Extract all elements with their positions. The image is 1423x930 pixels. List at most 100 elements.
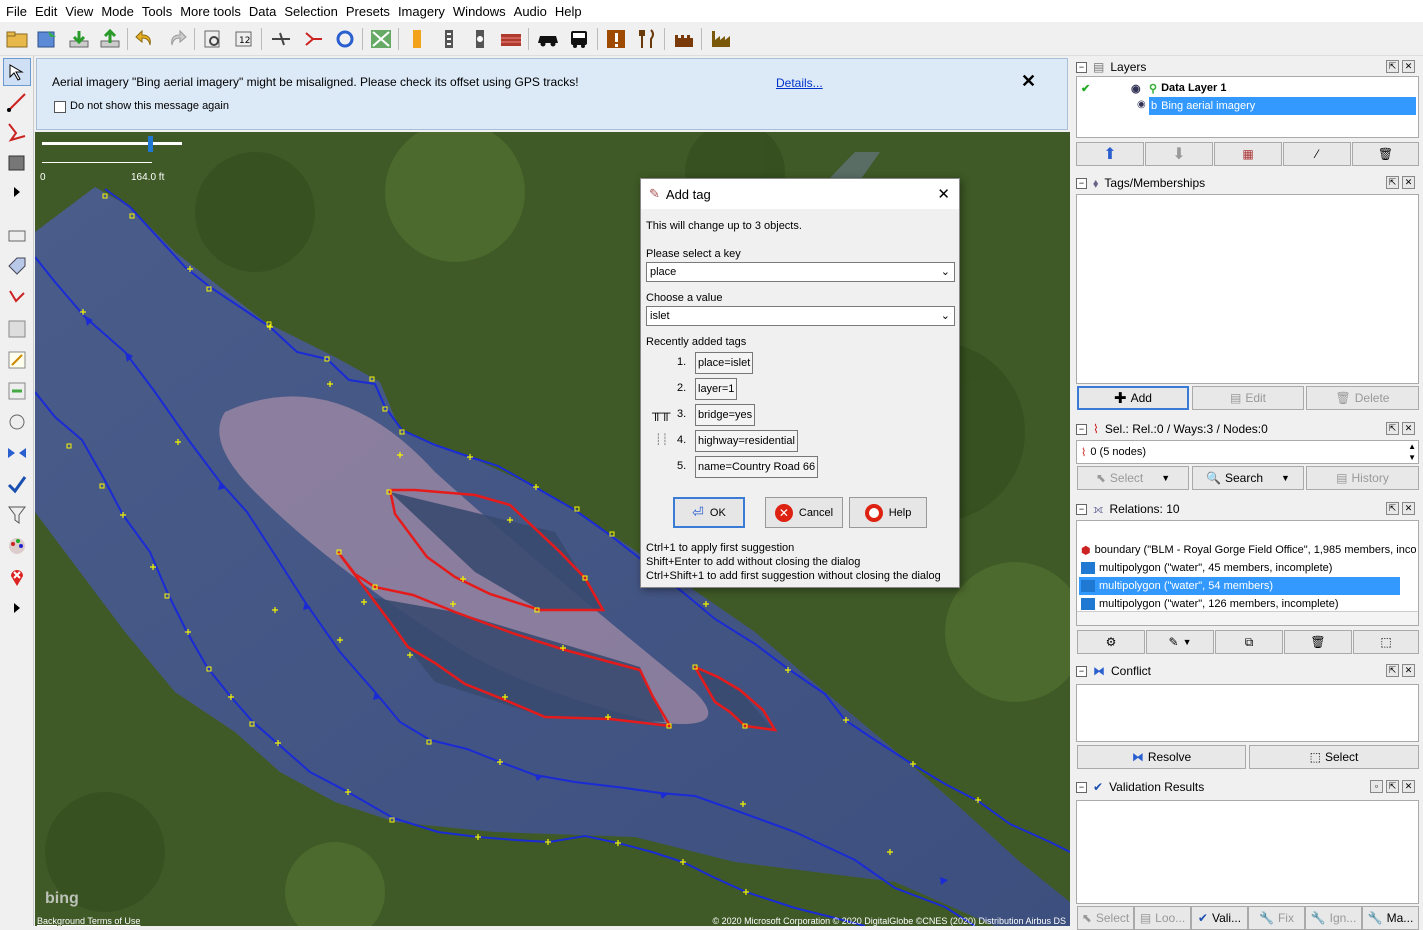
conflict-select-button[interactable]: ⬚ Select [1249,745,1419,769]
relation-properties-button[interactable]: ✎ ▼ [1146,630,1214,654]
save-icon[interactable] [34,26,60,52]
more-tools-icon[interactable] [3,178,31,206]
menu-item-file[interactable]: File [2,4,31,19]
search-button[interactable]: 🔍 Search ▼ [1192,466,1304,490]
preferences-icon[interactable] [200,26,226,52]
recent-tag-button[interactable]: name=Country Road 66 [695,456,819,478]
properties-toggle-icon[interactable] [3,346,31,374]
relation-edit-button[interactable]: ⚙ [1077,630,1145,654]
move-down-button[interactable]: ⬇ [1145,142,1213,166]
layer-item[interactable]: ✔ ◉ ⚲ Data Layer 1 [1079,79,1416,97]
reverse-way-icon[interactable] [332,26,358,52]
close-panel-icon[interactable]: ✕ [1402,60,1415,73]
chevron-down-icon[interactable]: ▼ [1161,473,1170,483]
menu-item-selection[interactable]: Selection [280,4,341,19]
notes-icon[interactable] [3,563,31,591]
castle-icon[interactable] [671,26,697,52]
close-panel-icon[interactable]: ✕ [1402,780,1415,793]
wall-icon[interactable] [498,26,524,52]
undock-icon[interactable]: ⇱ [1386,176,1399,189]
cancel-button[interactable]: ✕ Cancel [765,497,843,528]
help-button[interactable]: Help [849,497,927,528]
menu-item-help[interactable]: Help [551,4,586,19]
selection-row[interactable]: ⌇ 0 (5 nodes) [1079,443,1416,461]
recent-tag-button[interactable]: highway=residential [695,430,798,452]
horizontal-scrollbar[interactable] [1077,611,1418,625]
resolve-button[interactable]: ⧓ Resolve [1077,745,1246,769]
history-toggle-icon[interactable] [3,377,31,405]
edit-tag-button[interactable]: ▤ Edit [1192,386,1304,410]
collapse-icon[interactable]: − [1076,177,1087,189]
chevron-down-icon[interactable]: ▼ [1183,637,1192,647]
download-icon[interactable] [66,26,92,52]
close-panel-icon[interactable]: ✕ [1402,176,1415,189]
undock-icon[interactable]: ⇱ [1386,60,1399,73]
chevron-down-icon[interactable]: ⌄ [941,309,950,322]
close-panel-icon[interactable]: ✕ [1402,502,1415,515]
collapse-icon[interactable]: − [1076,665,1087,677]
collapse-icon[interactable]: − [1076,423,1087,435]
scroll-up-icon[interactable]: ▲ [1408,442,1416,451]
collapse-icon[interactable]: − [1076,503,1087,515]
preferences-icon[interactable]: ▫ [1370,780,1383,793]
relation-row[interactable]: ⬢ boundary ("BLM - Royal Gorge Field Offi… [1079,541,1416,559]
delete-tool-icon[interactable] [3,148,31,176]
collapse-icon[interactable]: − [1076,781,1087,793]
recent-tag-button[interactable]: place=islet [695,352,754,374]
move-up-button[interactable]: ⬆ [1076,142,1144,166]
collapse-icon[interactable]: − [1076,61,1087,73]
relation-row[interactable]: multipolygon ("water", 45 members, incom… [1079,559,1416,577]
menu-item-data[interactable]: Data [245,4,280,19]
undock-icon[interactable]: ⇱ [1386,422,1399,435]
ignore-button[interactable]: 🔧 Ign... [1305,906,1362,930]
scroll-down-icon[interactable]: ▼ [1408,453,1416,462]
value-combobox[interactable]: islet ⌄ [646,306,955,326]
ok-button[interactable]: ⏎ OK [673,497,745,528]
dialog-close-icon[interactable]: ✕ [937,185,950,203]
menu-item-windows[interactable]: Windows [449,4,510,19]
open-file-icon[interactable] [4,26,30,52]
factory-icon[interactable] [708,26,734,52]
menu-item-view[interactable]: View [61,4,97,19]
undo-icon[interactable] [132,26,158,52]
menu-item-mode[interactable]: Mode [97,4,138,19]
menu-item-tools[interactable]: Tools [138,4,176,19]
traffic-light-icon[interactable] [404,26,430,52]
select-button[interactable]: ⬉ Select ▼ [1077,466,1189,490]
select-tool-icon[interactable] [3,58,31,86]
visibility-icon[interactable]: ◉ [1131,82,1145,95]
crossing-icon[interactable] [436,26,462,52]
relation-delete-button[interactable]: 🗑 [1284,630,1352,654]
delete-layer-button[interactable]: 🗑 [1352,142,1419,166]
delete-tag-button[interactable]: 🗑 Delete [1306,386,1419,410]
key-combobox[interactable]: place ⌄ [646,262,955,282]
selection-toggle-icon[interactable] [3,284,31,312]
layer-item-selected[interactable]: b Bing aerial imagery [1149,97,1416,115]
more-toggles-icon[interactable] [3,594,31,622]
manage-ignored-button[interactable]: 🔧 Ma... [1362,906,1419,930]
tags-toggle-icon[interactable] [3,253,31,281]
chevron-down-icon[interactable]: ⌄ [941,265,950,278]
menu-item-presets[interactable]: Presets [342,4,394,19]
merge-layers-button[interactable]: ▦ [1214,142,1282,166]
tags-table[interactable] [1076,194,1419,384]
relation-select-button[interactable]: ⬚ [1353,630,1419,654]
menu-item-imagery[interactable]: Imagery [394,4,449,19]
download-object-icon[interactable]: 12 [231,26,257,52]
recent-tag-button[interactable]: bridge=yes [695,404,756,426]
menu-item-audio[interactable]: Audio [510,4,551,19]
fix-button[interactable]: 🔧 Fix [1248,906,1305,930]
close-panel-icon[interactable]: ✕ [1402,422,1415,435]
relation-row-selected[interactable]: multipolygon ("water", 54 members) [1079,577,1400,595]
redo-icon[interactable] [164,26,190,52]
undock-icon[interactable]: ⇱ [1386,664,1399,677]
undock-icon[interactable]: ⇱ [1386,780,1399,793]
validate-button[interactable]: ✔ Vali... [1191,906,1248,930]
upload-icon[interactable] [97,26,123,52]
chevron-down-icon[interactable]: ▼ [1281,473,1290,483]
zoom-tool-icon[interactable] [3,118,31,146]
combine-way-icon[interactable] [300,26,326,52]
undock-icon[interactable]: ⇱ [1386,502,1399,515]
car-icon[interactable] [535,26,561,52]
lamp-icon[interactable] [467,26,493,52]
